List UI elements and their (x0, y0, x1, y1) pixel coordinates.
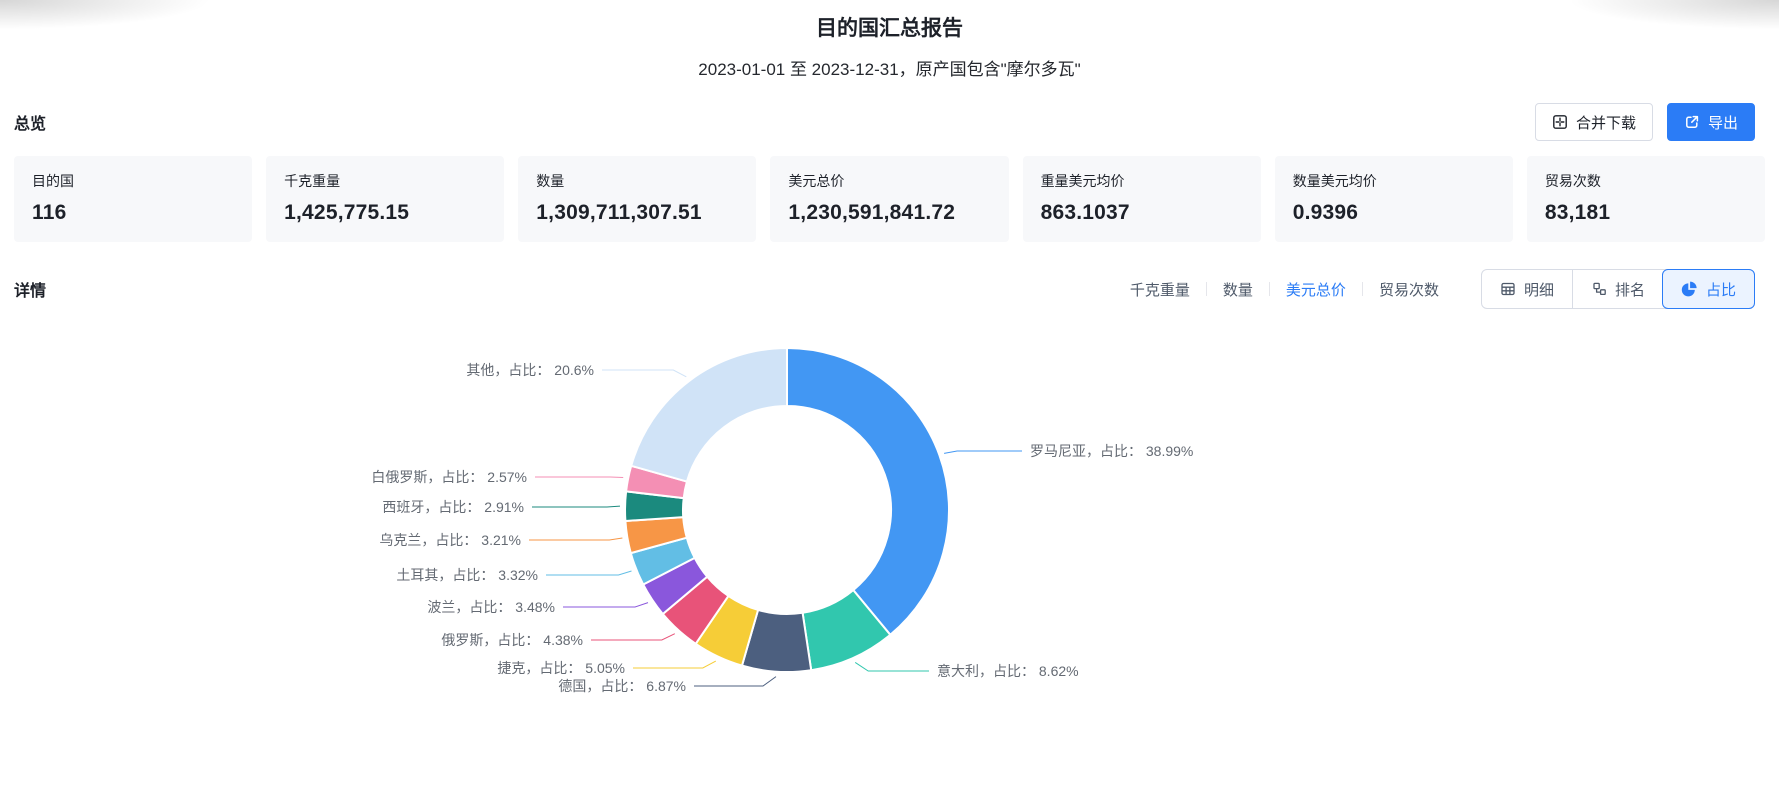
stat-card-label: 数量 (536, 173, 565, 189)
view-button-label: 占比 (1705, 281, 1736, 299)
pie-label: 白俄罗斯，占比： 2.57% (371, 469, 527, 485)
stat-card-value: 1,230,591,841.72 (788, 201, 956, 224)
export-label: 导出 (1707, 114, 1738, 132)
tab-separator (1205, 282, 1207, 296)
header-actions: 合并下载 导出 (1534, 103, 1755, 141)
page-header: 目的国汇总报告 2023-01-01 至 2023-12-31，原产国包含"摩尔… (0, 0, 1779, 80)
stat-card: 贸易次数 83,181 (1526, 156, 1765, 242)
metric-tab[interactable]: 千克重量 (1130, 279, 1190, 300)
stat-card-value: 116 (32, 201, 67, 224)
pie-leader-line (694, 676, 777, 687)
donut-chart: 罗马尼亚，占比： 38.99% 意大利，占比： 8.62% 德国，占比： 6.87%… (0, 300, 1779, 799)
stat-card-value: 1,425,775.15 (284, 201, 410, 224)
stat-card-value: 863.1037 (1040, 201, 1130, 224)
pie-leader-line (546, 570, 632, 576)
stat-card-label: 目的国 (32, 173, 74, 189)
merge-download-icon (1552, 114, 1568, 130)
pie-leader-line (602, 369, 687, 378)
pie-leader-line (563, 602, 649, 608)
stat-card-label: 贸易次数 (1544, 173, 1601, 189)
metric-tab[interactable]: 美元总价 (1286, 279, 1346, 300)
pie-slice[interactable] (786, 347, 950, 636)
pie-label: 德国，占比： 6.87% (558, 678, 686, 694)
pie-leader-line (944, 450, 1022, 454)
page-title: 目的国汇总报告 (816, 17, 963, 40)
pie-slice[interactable] (630, 347, 788, 483)
stat-card: 美元总价 1,230,591,841.72 (770, 156, 1009, 242)
stat-cards: 目的国 116 千克重量 1,425,775.15 数量 1,309,711,307.51… (14, 156, 1765, 242)
detail-heading: 详情 (14, 283, 47, 300)
stat-card-label: 美元总价 (788, 173, 845, 189)
tab-separator (1268, 282, 1270, 296)
pie-label: 其他，占比： 20.6% (466, 362, 594, 378)
pie-leader-line (591, 633, 676, 641)
stat-card-label: 重量美元均价 (1040, 173, 1125, 189)
ranking-icon (1591, 281, 1607, 297)
pie-label: 捷克，占比： 5.05% (497, 660, 625, 676)
stat-card-value: 0.9396 (1292, 201, 1359, 224)
view-button-label: 排名 (1614, 281, 1645, 299)
stat-card: 千克重量 1,425,775.15 (266, 156, 505, 242)
table-icon (1500, 281, 1516, 297)
stat-card: 重量美元均价 863.1037 (1022, 156, 1261, 242)
pie-leader-line (854, 661, 929, 672)
metric-tabs: 千克重量 数量 美元总价 贸易次数 (1130, 279, 1439, 300)
stat-card-value: 83,181 (1544, 201, 1611, 224)
pie-leader-line (529, 537, 623, 541)
stat-card: 数量美元均价 0.9396 (1274, 156, 1513, 242)
export-icon (1684, 114, 1700, 130)
stat-card: 数量 1,309,711,307.51 (518, 156, 757, 242)
stat-card-label: 数量美元均价 (1292, 173, 1377, 189)
stat-card-value: 1,309,711,307.51 (536, 201, 702, 224)
overview-heading: 总览 (14, 116, 47, 133)
pie-label: 波兰，占比： 3.48% (427, 599, 555, 615)
pie-icon (1681, 281, 1698, 298)
donut-chart-svg (529, 347, 1022, 687)
merge-download-button[interactable]: 合并下载 (1534, 103, 1653, 141)
tab-separator (1361, 282, 1363, 296)
pie-label: 西班牙，占比： 2.91% (382, 499, 524, 515)
view-button-label: 明细 (1523, 281, 1554, 299)
metric-tab[interactable]: 贸易次数 (1379, 279, 1439, 300)
pie-label: 罗马尼亚，占比： 38.99% (1030, 443, 1194, 459)
overview-header: 总览 合并下载 导出 (0, 102, 1779, 142)
pie-label: 意大利，占比： 8.62% (937, 663, 1079, 679)
pie-label: 乌克兰，占比： 3.21% (379, 532, 521, 548)
pie-leader-line (535, 476, 624, 478)
stat-card: 目的国 116 (14, 156, 253, 242)
stat-card-label: 千克重量 (284, 173, 341, 189)
metric-tab[interactable]: 数量 (1223, 279, 1253, 300)
page-subtitle: 2023-01-01 至 2023-12-31，原产国包含"摩尔多瓦" (698, 60, 1081, 79)
export-button[interactable]: 导出 (1666, 103, 1755, 141)
merge-download-label: 合并下载 (1575, 114, 1636, 132)
pie-leader-line (633, 660, 717, 669)
pie-leader-line (532, 505, 621, 508)
pie-label: 土耳其，占比： 3.32% (396, 567, 538, 583)
pie-label: 俄罗斯，占比： 4.38% (441, 632, 583, 648)
